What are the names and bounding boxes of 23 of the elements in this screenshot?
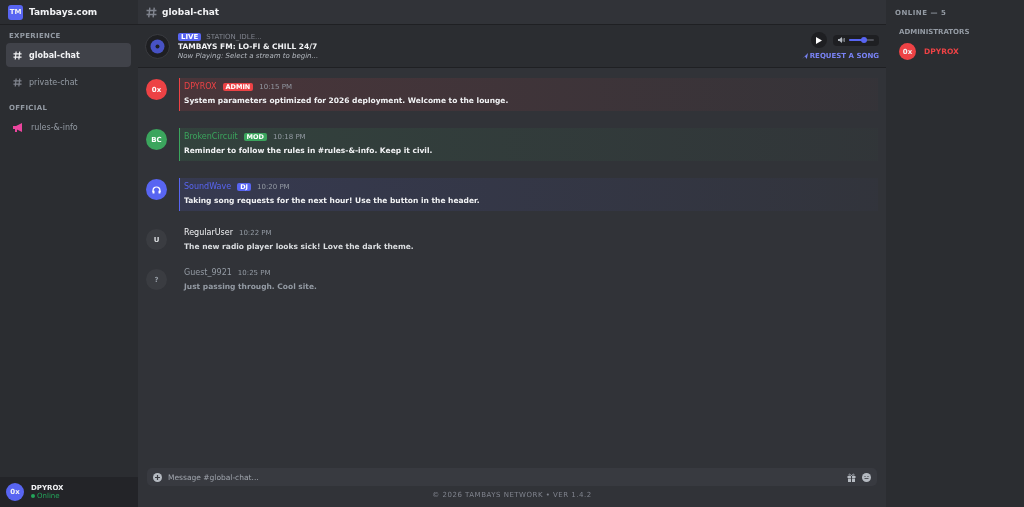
status-dot-icon (31, 494, 35, 498)
author-name[interactable]: RegularUser (184, 228, 233, 237)
gift-icon[interactable] (847, 472, 856, 482)
hash-icon (146, 6, 157, 18)
speaker-icon (838, 37, 845, 43)
channel-title: global-chat (162, 7, 220, 17)
author-name[interactable]: DPYROX (184, 82, 217, 91)
server-name: Tambays.com (29, 7, 98, 17)
play-icon (816, 36, 822, 44)
author-name[interactable]: BrokenCircuit (184, 132, 238, 141)
megaphone-icon (13, 122, 24, 132)
play-button[interactable] (811, 32, 827, 48)
hash-icon (13, 50, 22, 60)
author-name[interactable]: SoundWave (184, 182, 232, 191)
channel-item[interactable]: global-chat (6, 43, 131, 67)
user-avatar (146, 179, 167, 200)
channel-item[interactable]: rules-&-info (6, 115, 131, 139)
emoji-icon[interactable] (862, 472, 871, 482)
author-name[interactable]: Guest_9921 (184, 268, 232, 277)
disc-icon (145, 33, 170, 59)
plus-icon[interactable] (153, 472, 162, 482)
hash-icon (13, 77, 22, 87)
channel-item[interactable]: private-chat (6, 70, 131, 94)
